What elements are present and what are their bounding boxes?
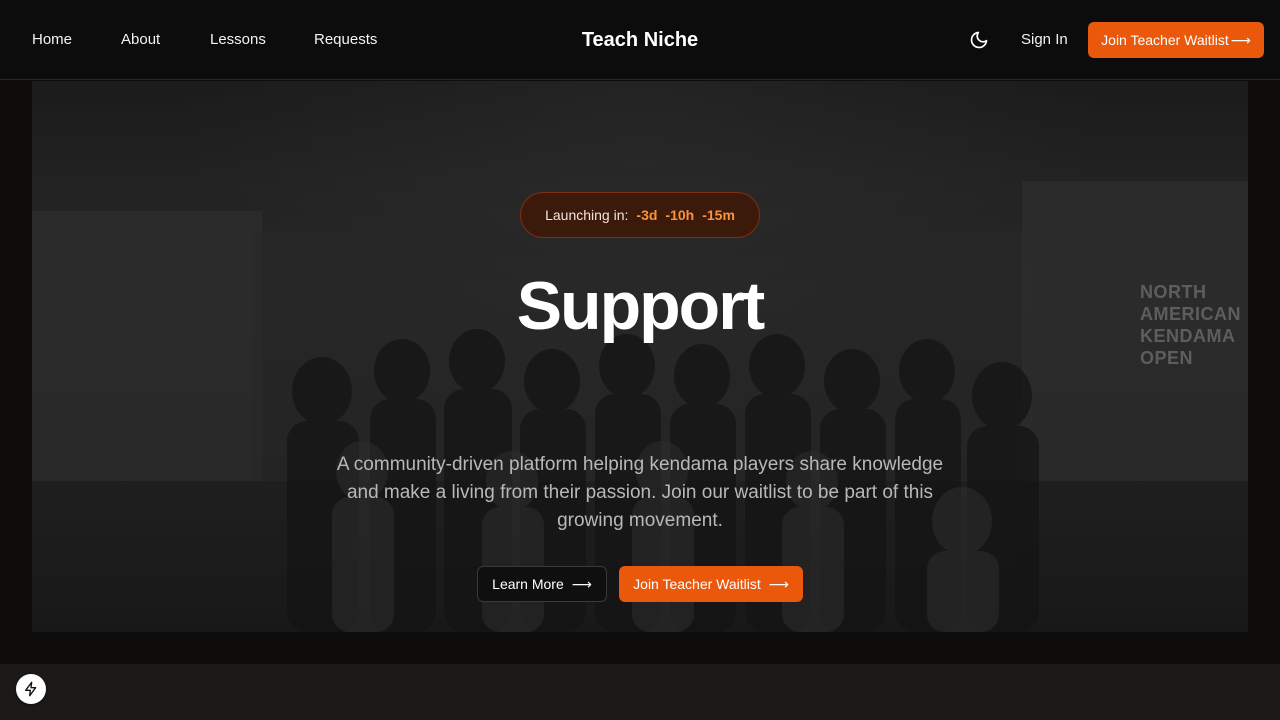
nav-link-home[interactable]: Home <box>32 31 72 49</box>
hero-description: A community-driven platform helping kend… <box>336 454 944 531</box>
nav-link-about[interactable]: About <box>121 31 160 49</box>
countdown-days: -3d <box>636 207 658 223</box>
sign-in-link[interactable]: Sign In <box>1021 31 1068 49</box>
top-navigation: Home About Lessons Requests Teach Niche … <box>0 0 1280 80</box>
hero-title-ghost <box>32 353 1248 417</box>
arrow-right-icon: ⟶ <box>768 575 789 592</box>
moon-icon <box>970 31 988 49</box>
countdown-hours: -10h <box>665 207 695 223</box>
next-section-edge <box>0 664 1280 720</box>
nav-join-waitlist-label: Join Teacher Waitlist <box>1101 32 1229 48</box>
hero-section: NORTH AMERICAN KENDAMA OPEN Launching in… <box>32 81 1248 632</box>
learn-more-button[interactable]: Learn More ⟶ <box>477 566 607 602</box>
theme-toggle-button[interactable] <box>966 27 992 53</box>
countdown-label: Launching in: <box>545 207 629 223</box>
countdown-values: -3d -10h -15m <box>636 207 734 223</box>
countdown-minutes: -15m <box>702 207 735 223</box>
dev-tools-button[interactable] <box>16 674 46 704</box>
brand-logo-text[interactable]: Teach Niche <box>582 29 698 51</box>
arrow-right-icon: ⟶ <box>1230 31 1251 48</box>
nav-link-lessons[interactable]: Lessons <box>210 31 266 49</box>
hero-join-waitlist-label: Join Teacher Waitlist <box>633 576 761 592</box>
launch-countdown-badge: Launching in: -3d -10h -15m <box>520 192 760 238</box>
hero-join-waitlist-button[interactable]: Join Teacher Waitlist ⟶ <box>619 566 803 602</box>
learn-more-label: Learn More <box>492 576 564 592</box>
nav-join-waitlist-button[interactable]: Join Teacher Waitlist ⟶ <box>1088 22 1264 58</box>
hero-title: Support <box>516 268 766 344</box>
arrow-right-icon: ⟶ <box>571 575 592 592</box>
lightning-icon <box>25 681 37 697</box>
nav-link-requests[interactable]: Requests <box>314 31 377 49</box>
